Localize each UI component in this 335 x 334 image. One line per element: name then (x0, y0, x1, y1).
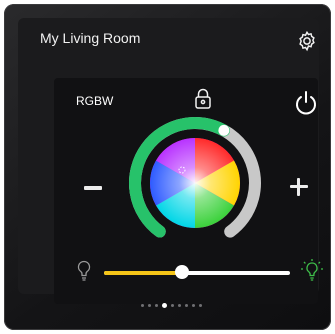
page-dot[interactable] (199, 304, 202, 307)
page-dot[interactable] (148, 304, 151, 307)
brightness-slider-fill (104, 271, 183, 275)
page-dot[interactable] (185, 304, 188, 307)
power-icon[interactable] (294, 90, 318, 116)
ring-slider-knob[interactable] (218, 124, 230, 136)
control-panel-device: My Living Room RGBW (4, 4, 331, 330)
page-dot[interactable] (171, 304, 174, 307)
page-indicator (4, 303, 335, 308)
page-dot[interactable] (178, 304, 181, 307)
brightness-slider[interactable] (104, 265, 290, 279)
room-title: My Living Room (40, 30, 141, 46)
page-dot[interactable] (192, 304, 195, 307)
color-wheel[interactable] (149, 137, 241, 229)
page-dot[interactable] (155, 304, 158, 307)
brightness-slider-thumb[interactable] (175, 265, 190, 279)
increase-brightness-button[interactable] (290, 178, 308, 196)
light-mode-label: RGBW (76, 94, 114, 108)
padlock-icon[interactable] (194, 88, 212, 110)
page-dot[interactable] (141, 304, 144, 307)
page-dot[interactable] (162, 303, 167, 308)
bulb-outline-icon (77, 260, 91, 281)
touch-screen: My Living Room RGBW (18, 18, 323, 304)
decrease-brightness-button[interactable] (84, 186, 102, 190)
bulb-on-icon (301, 259, 323, 281)
gear-icon[interactable] (296, 30, 318, 52)
light-control-panel: RGBW (54, 78, 323, 304)
color-wheel-control[interactable] (120, 108, 270, 258)
